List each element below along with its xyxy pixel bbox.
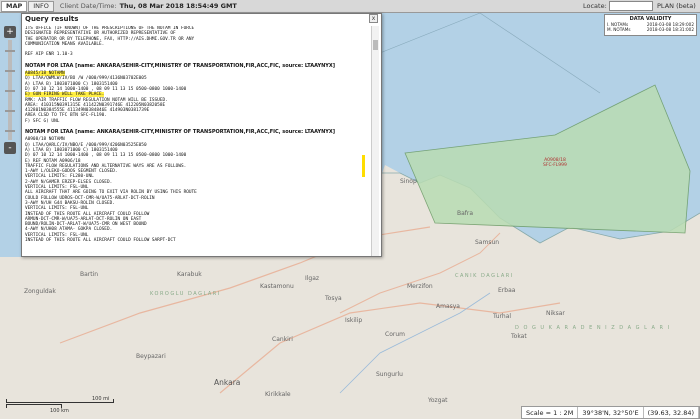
plan-button[interactable]: PLAN (beta) bbox=[657, 2, 696, 10]
place-label: Iskilip bbox=[345, 317, 363, 324]
notam-header: NOTAM FOR LTAA [name: ANKARA/SEHIR-CITY,… bbox=[25, 62, 336, 69]
zoom-slider[interactable] bbox=[5, 40, 15, 140]
notam-highlight: E) GUN FIRING WILL TAKE PLACE. bbox=[25, 92, 105, 98]
place-label: Erbaa bbox=[498, 287, 516, 294]
place-label: Niksar bbox=[546, 310, 565, 317]
scrollbar-thumb[interactable] bbox=[373, 40, 378, 50]
place-label: Bafra bbox=[457, 210, 474, 217]
scale-miles-label: 100 mi bbox=[92, 396, 110, 402]
place-label: Ilgaz bbox=[305, 275, 320, 282]
place-label: Zonguldak bbox=[24, 288, 56, 295]
data-validity-box: DATA VALIDITY I. NOTAMs 2018-03-08 18:29… bbox=[604, 14, 697, 36]
scale-km-label: 100 km bbox=[50, 408, 69, 414]
zoom-control: + - bbox=[4, 26, 16, 156]
scale-bar: 100 mi 100 km bbox=[6, 396, 116, 414]
place-label: Samsun bbox=[475, 239, 500, 246]
place-label: Amasya bbox=[436, 303, 460, 310]
mountain-label: CANIK DAGLARI bbox=[455, 273, 514, 279]
zoom-tick bbox=[5, 70, 15, 72]
place-label: Sungurlu bbox=[376, 371, 403, 378]
top-toolbar: MAP INFO Client Date/Time: Thu, 08 Mar 2… bbox=[0, 0, 700, 13]
place-label: Turhal bbox=[493, 313, 512, 320]
clock-value: Thu, 08 Mar 2018 18:54:49 GMT bbox=[119, 2, 237, 10]
zoom-out-button[interactable]: - bbox=[4, 142, 16, 154]
tab-map[interactable]: MAP bbox=[1, 0, 28, 12]
notam-text-line: INSTEAD OF THIS ROUTE ALL AIRCRAFT COULD… bbox=[25, 237, 176, 243]
panel-scrollbar[interactable] bbox=[371, 26, 379, 256]
validity-value: 2018-03-08 18:31:002 bbox=[646, 27, 694, 32]
locate-label: Locate: bbox=[583, 2, 607, 10]
zoom-tick bbox=[5, 50, 15, 52]
place-label: Ankara bbox=[214, 378, 241, 387]
place-label: Kirikkale bbox=[265, 391, 291, 398]
cursor-coords-decimal: (39.63, 32.84) bbox=[644, 407, 699, 418]
place-label: Beypazari bbox=[136, 353, 166, 360]
place-label: Corum bbox=[385, 331, 405, 338]
query-results-panel: Query results x ITS OFFICE (IF KNOWN) OF… bbox=[21, 13, 382, 257]
locate-input[interactable] bbox=[609, 1, 653, 11]
status-bar: Scale = 1 : 2M 39°38'N, 32°50'E (39.63, … bbox=[521, 406, 700, 419]
validity-row: M. NOTAMs 2018-03-08 18:31:002 bbox=[607, 27, 694, 32]
tab-info[interactable]: INFO bbox=[28, 0, 54, 12]
place-label: Karabuk bbox=[177, 271, 202, 278]
cursor-coords-dms: 39°38'N, 32°50'E bbox=[578, 407, 644, 418]
mountain-label: KOROGLU DAGLARI bbox=[150, 291, 221, 297]
map-scale: Scale = 1 : 2M bbox=[522, 407, 579, 418]
mountain-label: D O G U K A R A D E N I Z D A G L A R I bbox=[515, 325, 671, 331]
place-label: Bartin bbox=[80, 271, 99, 278]
river bbox=[339, 292, 491, 394]
zoom-tick bbox=[5, 110, 15, 112]
notam-area-limits: SFC-FL999 bbox=[543, 163, 567, 168]
query-results-text: ITS OFFICE (IF KNOWN) OF THE PRESCRIPTIO… bbox=[25, 26, 369, 256]
zoom-in-button[interactable]: + bbox=[4, 26, 16, 38]
clock-label: Client Date/Time: bbox=[59, 2, 117, 10]
zoom-tick bbox=[5, 130, 15, 132]
place-label: Kastamonu bbox=[260, 283, 294, 290]
zoom-tick bbox=[5, 90, 15, 92]
place-label: Merzifon bbox=[407, 283, 433, 290]
place-label: Cankiri bbox=[272, 336, 293, 343]
notam-header: NOTAM FOR LTAA [name: ANKARA/SEHIR-CITY,… bbox=[25, 129, 336, 136]
highlight-marker bbox=[362, 155, 365, 177]
place-label: Tosya bbox=[325, 295, 342, 302]
notam-area-label[interactable]: A0908/18 SFC-FL999 bbox=[543, 158, 567, 168]
validity-label: M. NOTAMs bbox=[607, 27, 631, 32]
close-button[interactable]: x bbox=[369, 14, 378, 23]
panel-title: Query results bbox=[22, 14, 381, 25]
place-label: Tokat bbox=[511, 333, 527, 340]
place-label: Yozgat bbox=[428, 397, 448, 404]
place-label: Sinop bbox=[400, 178, 417, 185]
